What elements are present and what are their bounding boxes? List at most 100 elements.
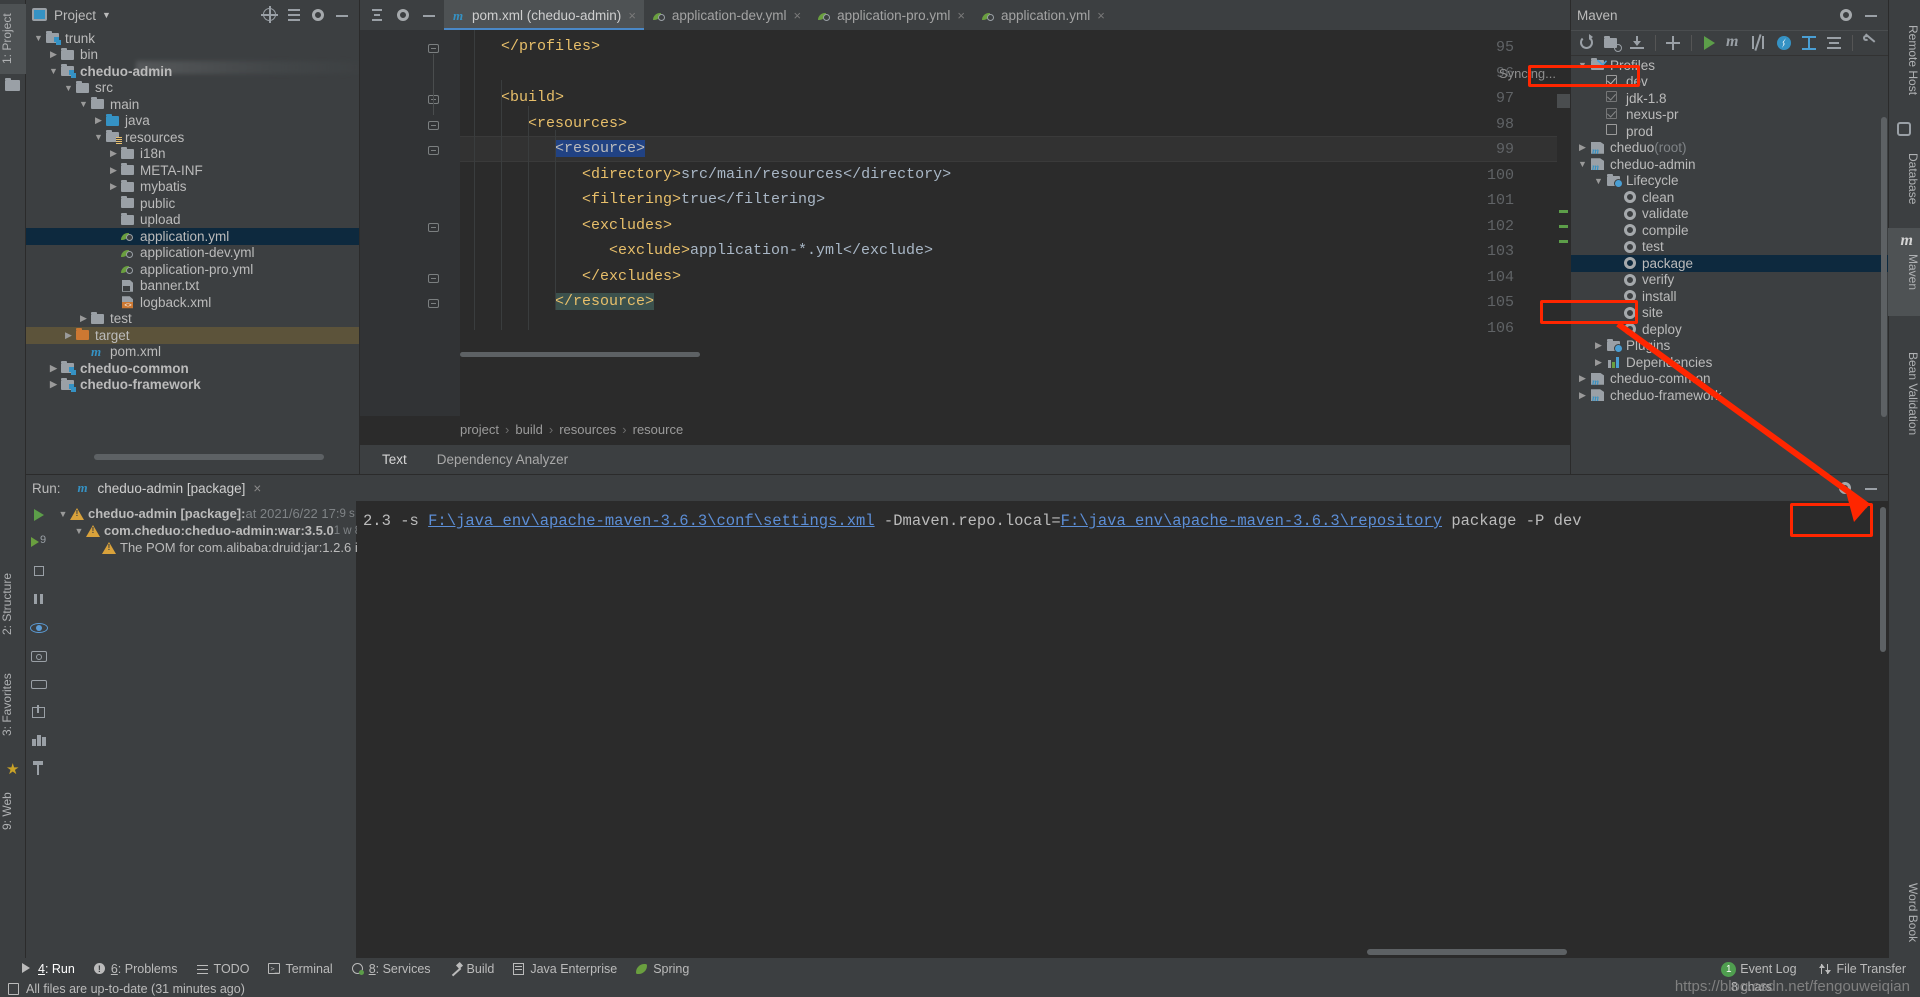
- maven-m-icon[interactable]: m: [1722, 32, 1746, 54]
- code-fold-toggle[interactable]: [428, 40, 440, 53]
- project-tree-item[interactable]: ▼ trunk: [26, 30, 359, 47]
- maven-tree-item[interactable]: ▼ Lifecycle: [1571, 173, 1888, 190]
- chevron-right-icon[interactable]: ▶: [47, 49, 60, 60]
- bottom-tab-build[interactable]: Build: [449, 961, 494, 977]
- maven-tree-item[interactable]: dev: [1571, 74, 1888, 91]
- close-icon[interactable]: ×: [957, 8, 965, 23]
- checkbox-on-dim-icon[interactable]: [1606, 107, 1622, 123]
- stop-icon[interactable]: [26, 557, 52, 585]
- run-tree-item[interactable]: ▼com.cheduo:cheduo-admin:war:3.5.0 1 w 8…: [52, 522, 405, 539]
- chevron-right-icon[interactable]: ▶: [1575, 390, 1590, 401]
- chevron-down-icon[interactable]: ▼: [62, 83, 75, 93]
- sidebar-item-project[interactable]: 1: Project: [0, 4, 26, 74]
- hide-panel-icon[interactable]: [331, 4, 353, 26]
- hide-panel-icon[interactable]: [1860, 477, 1882, 499]
- code-fold-toggle[interactable]: [428, 270, 440, 283]
- project-tree-item[interactable]: upload: [26, 212, 359, 229]
- project-tree-item[interactable]: application-dev.yml: [26, 245, 359, 262]
- repository-link[interactable]: F:\java_env\apache-maven-3.6.3\repositor…: [1061, 512, 1442, 530]
- project-tree-item[interactable]: banner.txt: [26, 278, 359, 295]
- chevron-down-icon[interactable]: ▼: [47, 66, 60, 76]
- camera-icon[interactable]: [26, 641, 52, 669]
- project-tree-item[interactable]: ▶ target: [26, 327, 359, 344]
- event-log-button[interactable]: 1 Event Log: [1721, 961, 1797, 977]
- editor-tab[interactable]: application.yml ×: [973, 0, 1113, 30]
- editor-tab[interactable]: application-pro.yml ×: [809, 0, 973, 30]
- maven-tree-item[interactable]: test: [1571, 239, 1888, 256]
- close-icon[interactable]: ×: [793, 8, 801, 23]
- project-tree-item[interactable]: ▶ test: [26, 311, 359, 328]
- chevron-down-icon[interactable]: ▼: [92, 132, 105, 142]
- run-tab[interactable]: m cheduo-admin [package] ×: [70, 477, 268, 503]
- gear-icon[interactable]: [307, 4, 329, 26]
- editor-tab[interactable]: m pom.xml (cheduo-admin) ×: [444, 0, 644, 30]
- checkbox-on-dim-icon[interactable]: [1606, 90, 1622, 106]
- maven-tree-item[interactable]: verify: [1571, 272, 1888, 289]
- chevron-right-icon[interactable]: ▶: [92, 115, 105, 126]
- maven-tree-item[interactable]: ▶ Dependencies: [1571, 354, 1888, 371]
- maven-tree-item[interactable]: validate: [1571, 206, 1888, 223]
- chevron-down-icon[interactable]: ▼: [56, 509, 70, 519]
- gear-icon[interactable]: [1834, 477, 1856, 499]
- sidebar-item-structure[interactable]: 2: Structure: [0, 560, 26, 648]
- offline-mode-icon[interactable]: [1772, 32, 1796, 54]
- project-tree-item[interactable]: ▼ src: [26, 80, 359, 97]
- maven-tree-item[interactable]: prod: [1571, 123, 1888, 140]
- project-tree-item[interactable]: ▶ cheduo-framework: [26, 377, 359, 394]
- chevron-right-icon[interactable]: ▶: [1575, 142, 1590, 153]
- maven-tree-item[interactable]: package: [1571, 255, 1888, 272]
- chevron-down-icon[interactable]: ▼: [1575, 159, 1590, 169]
- print-icon[interactable]: [26, 669, 52, 697]
- rerun-icon[interactable]: 9: [26, 529, 52, 557]
- run-tree-item[interactable]: ▼ cheduo-admin [package]: at 2021/6/22 17…: [52, 505, 390, 522]
- project-tree-item[interactable]: ▼ main: [26, 96, 359, 113]
- sidebar-item-bean-validation[interactable]: Bean Validation: [1888, 330, 1920, 458]
- breadcrumb-item[interactable]: resources: [559, 422, 616, 437]
- run-result-tree[interactable]: ▼cheduo-admin [package]: at 2021/6/22 17…: [52, 501, 405, 958]
- breadcrumb-item[interactable]: project: [460, 422, 499, 437]
- chevron-right-icon[interactable]: ▶: [1591, 340, 1606, 351]
- maven-tree-item[interactable]: nexus-pr: [1571, 107, 1888, 124]
- project-tree-item[interactable]: application.yml: [26, 228, 359, 245]
- chart-icon[interactable]: [26, 725, 52, 753]
- chevron-down-icon[interactable]: ▼: [32, 33, 45, 43]
- maven-tree-item[interactable]: compile: [1571, 222, 1888, 239]
- bottom-tab-java-enterprise[interactable]: Java Enterprise: [512, 962, 617, 976]
- run-console[interactable]: 2.3 -s F:\java_env\apache-maven-3.6.3\co…: [357, 501, 1888, 958]
- hide-panel-icon[interactable]: [418, 4, 440, 26]
- chevron-down-icon[interactable]: ▼: [1591, 176, 1606, 186]
- settings-wrench-icon[interactable]: [1858, 32, 1882, 54]
- checkbox-on-icon[interactable]: [1606, 74, 1622, 90]
- maven-tree-item[interactable]: clean: [1571, 189, 1888, 206]
- bottom-tab-problems[interactable]: ! 6: Problems: [93, 962, 178, 976]
- maven-tree-item[interactable]: ▶ cheduo-framework: [1571, 387, 1888, 404]
- maven-tree-scrollbar[interactable]: [1881, 117, 1887, 417]
- maven-tree-item[interactable]: site: [1571, 305, 1888, 322]
- close-icon[interactable]: ×: [628, 8, 636, 23]
- maven-tree[interactable]: ▼ Profilesdevjdk-1.8nexus-prprod ▶ cheduo (…: [1571, 57, 1888, 474]
- skip-tests-icon[interactable]: [1747, 32, 1771, 54]
- run-icon[interactable]: [26, 501, 52, 529]
- sidebar-item-word-book[interactable]: Word Book: [1888, 870, 1920, 956]
- run-tree-item[interactable]: The POM for com.alibaba:druid:jar:1.2.6 …: [52, 539, 395, 556]
- bottom-tab-run[interactable]: 4: Run: [20, 962, 75, 976]
- refresh-icon[interactable]: [1575, 32, 1599, 54]
- project-tree-item[interactable]: application-pro.yml: [26, 261, 359, 278]
- add-module-icon[interactable]: [1600, 32, 1624, 54]
- project-tree-item[interactable]: ▶ cheduo-common: [26, 360, 359, 377]
- pause-icon[interactable]: [26, 585, 52, 613]
- chevron-right-icon[interactable]: ▶: [1591, 357, 1606, 368]
- sidebar-item-favorites[interactable]: 3: Favorites: [0, 660, 26, 750]
- breadcrumb-item[interactable]: resource: [633, 422, 684, 437]
- chevron-down-icon[interactable]: ▼: [77, 99, 90, 109]
- maven-tree-item[interactable]: ▶ cheduo-common: [1571, 371, 1888, 388]
- chevron-right-icon[interactable]: ▶: [47, 363, 60, 374]
- run-icon[interactable]: [1697, 32, 1721, 54]
- maven-tree-item[interactable]: install: [1571, 288, 1888, 305]
- maven-tree-item[interactable]: ▶ Plugins: [1571, 338, 1888, 355]
- target-locate-icon[interactable]: [259, 4, 281, 26]
- chevron-right-icon[interactable]: ▶: [62, 330, 75, 341]
- close-icon[interactable]: ×: [1097, 8, 1105, 23]
- collapse-editor-icon[interactable]: [366, 4, 388, 26]
- project-tree-item[interactable]: ▶ mybatis: [26, 179, 359, 196]
